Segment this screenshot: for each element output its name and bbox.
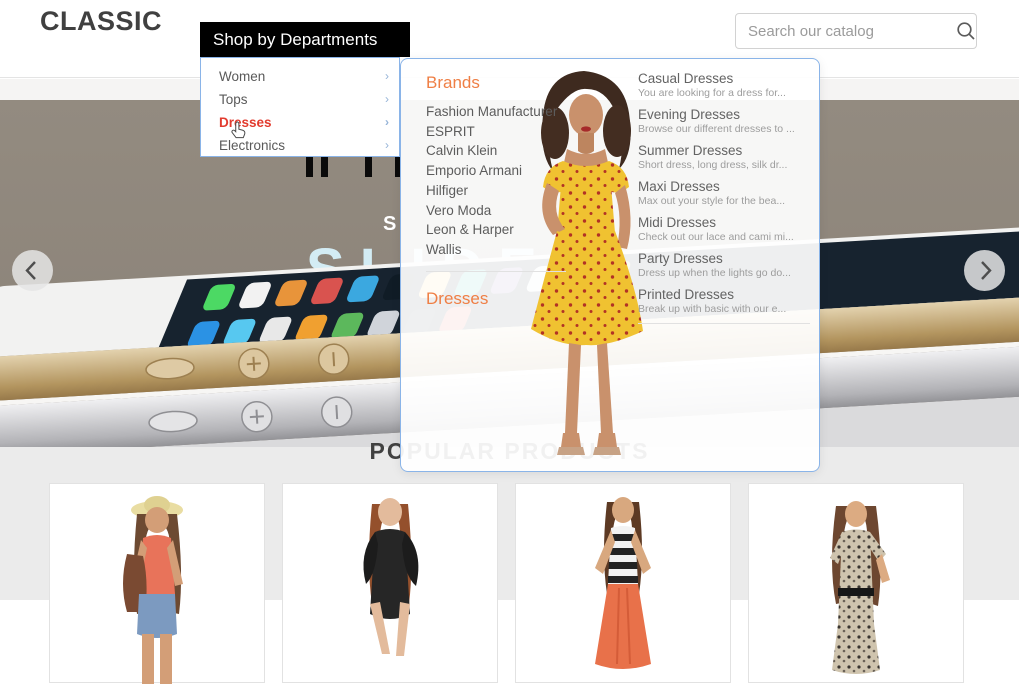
slide-graphic-bar xyxy=(306,156,313,177)
divider xyxy=(638,323,810,324)
brand-link[interactable]: Wallis xyxy=(426,240,566,260)
departments-dropdown: Women › Tops › Dresses › Electronics › xyxy=(200,57,400,157)
brands-heading[interactable]: Brands xyxy=(426,73,566,93)
shop-by-departments-button[interactable]: Shop by Departments xyxy=(200,22,410,57)
chevron-left-icon xyxy=(12,250,53,291)
brand-link[interactable]: ESPRIT xyxy=(426,122,566,142)
search-input[interactable] xyxy=(736,23,955,40)
chevron-right-icon xyxy=(964,250,1005,291)
menu-item-tops[interactable]: Tops › xyxy=(201,88,399,111)
category-link-casual-dresses[interactable]: Casual Dresses You are looking for a dre… xyxy=(638,71,810,100)
category-link-midi-dresses[interactable]: Midi Dresses Check out our lace and cami… xyxy=(638,215,810,244)
product-image-black-ruffle-top xyxy=(320,484,460,684)
slide-graphic-bar xyxy=(321,156,328,177)
search-button[interactable] xyxy=(955,14,977,48)
chevron-right-icon: › xyxy=(385,111,389,134)
menu-item-dresses[interactable]: Dresses › xyxy=(201,111,399,134)
brand-link[interactable]: Hilfiger xyxy=(426,181,566,201)
slide-graphic-bar xyxy=(365,156,372,177)
site-logo[interactable]: CLASSIC xyxy=(40,6,162,37)
product-image-straw-hat xyxy=(87,484,227,684)
product-image-striped-tank-orange-skirt xyxy=(553,484,693,684)
product-card[interactable] xyxy=(282,483,498,683)
category-link-printed-dresses[interactable]: Printed Dresses Break up with basic with… xyxy=(638,287,810,316)
product-card[interactable] xyxy=(49,483,265,683)
chevron-right-icon: › xyxy=(385,134,389,157)
brand-link[interactable]: Vero Moda xyxy=(426,201,566,221)
dresses-heading[interactable]: Dresses xyxy=(426,289,566,309)
hand-pointer-cursor-icon xyxy=(231,121,247,139)
brand-link[interactable]: Fashion Manufacturer xyxy=(426,102,566,122)
category-link-party-dresses[interactable]: Party Dresses Dress up when the lights g… xyxy=(638,251,810,280)
divider xyxy=(426,271,566,272)
product-card[interactable] xyxy=(515,483,731,683)
menu-item-women[interactable]: Women › xyxy=(201,65,399,88)
brand-link[interactable]: Calvin Klein xyxy=(426,141,566,161)
search-icon xyxy=(955,20,977,42)
product-image-printed-dress xyxy=(786,484,926,684)
mega-menu-panel: Brands Fashion Manufacturer ESPRIT Calvi… xyxy=(400,58,820,472)
search-box xyxy=(735,13,977,49)
chevron-right-icon: › xyxy=(385,65,389,88)
category-link-evening-dresses[interactable]: Evening Dresses Browse our different dre… xyxy=(638,107,810,136)
category-link-summer-dresses[interactable]: Summer Dresses Short dress, long dress, … xyxy=(638,143,810,172)
slider-next-button[interactable] xyxy=(964,250,1005,291)
product-card[interactable] xyxy=(748,483,964,683)
category-link-maxi-dresses[interactable]: Maxi Dresses Max out your style for the … xyxy=(638,179,810,208)
brand-link[interactable]: Leon & Harper xyxy=(426,220,566,240)
brand-link[interactable]: Emporio Armani xyxy=(426,161,566,181)
chevron-right-icon: › xyxy=(385,88,389,111)
slider-prev-button[interactable] xyxy=(12,250,53,291)
